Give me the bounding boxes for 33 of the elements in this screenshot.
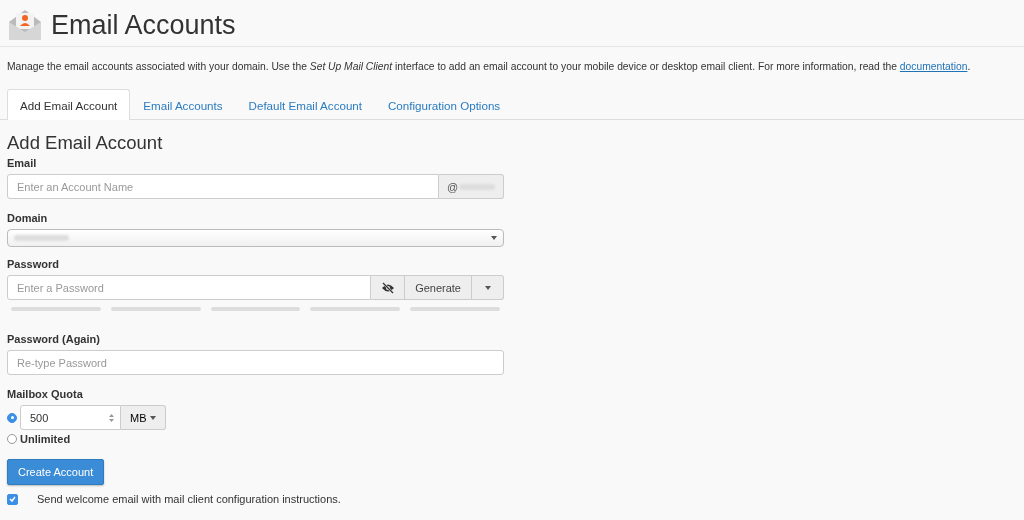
hide-password-button[interactable]: [371, 275, 406, 300]
field-label: Email: [7, 157, 38, 169]
unit-dropdown[interactable]: MB: [121, 405, 166, 430]
field-label: Domain: [7, 212, 49, 224]
envelope-person-icon: [7, 8, 43, 42]
checkbox-label: Send welcome email with mail client configuration instructions.: [37, 493, 341, 505]
radio-label: Unlimited: [20, 433, 71, 445]
generate-button[interactable]: Generate: [405, 275, 472, 300]
field-label: Password (Again): [7, 333, 101, 345]
radio-button[interactable]: [7, 434, 17, 444]
section-heading: Add Email Account: [7, 132, 164, 154]
radio-button[interactable]: [7, 412, 17, 423]
quota-field[interactable]: 500: [20, 405, 121, 430]
tab[interactable]: Email Accounts: [130, 89, 236, 120]
tab[interactable]: Add Email Account: [7, 89, 131, 120]
page-title: Email Accounts: [51, 9, 236, 41]
eye-slash-icon: [380, 281, 395, 294]
checkbox[interactable]: [7, 493, 18, 505]
domain-select[interactable]: [7, 229, 504, 247]
field-label: Mailbox Quota: [7, 388, 84, 400]
email-field[interactable]: Enter an Account Name: [7, 174, 439, 199]
description: Manage the email accounts associated with your domain. Use the Set Up Mail Client interface to add an email account to your mobile device or desktop email client. For more information, read the documentation.: [7, 61, 972, 72]
tab[interactable]: Configuration Options: [375, 89, 514, 120]
password-again-field[interactable]: Re-type Password: [7, 350, 504, 375]
at-sign: @: [447, 180, 459, 193]
create-account-button[interactable]: Create Account: [7, 459, 105, 485]
tab[interactable]: Default Email Account: [235, 89, 375, 120]
spinner-arrows-icon: [109, 412, 114, 423]
field-label: Password: [7, 258, 60, 270]
caret-icon: [491, 236, 497, 240]
caret-icon: [484, 285, 491, 290]
caret-icon: [149, 415, 156, 420]
password-field[interactable]: Enter a Password: [7, 275, 372, 300]
